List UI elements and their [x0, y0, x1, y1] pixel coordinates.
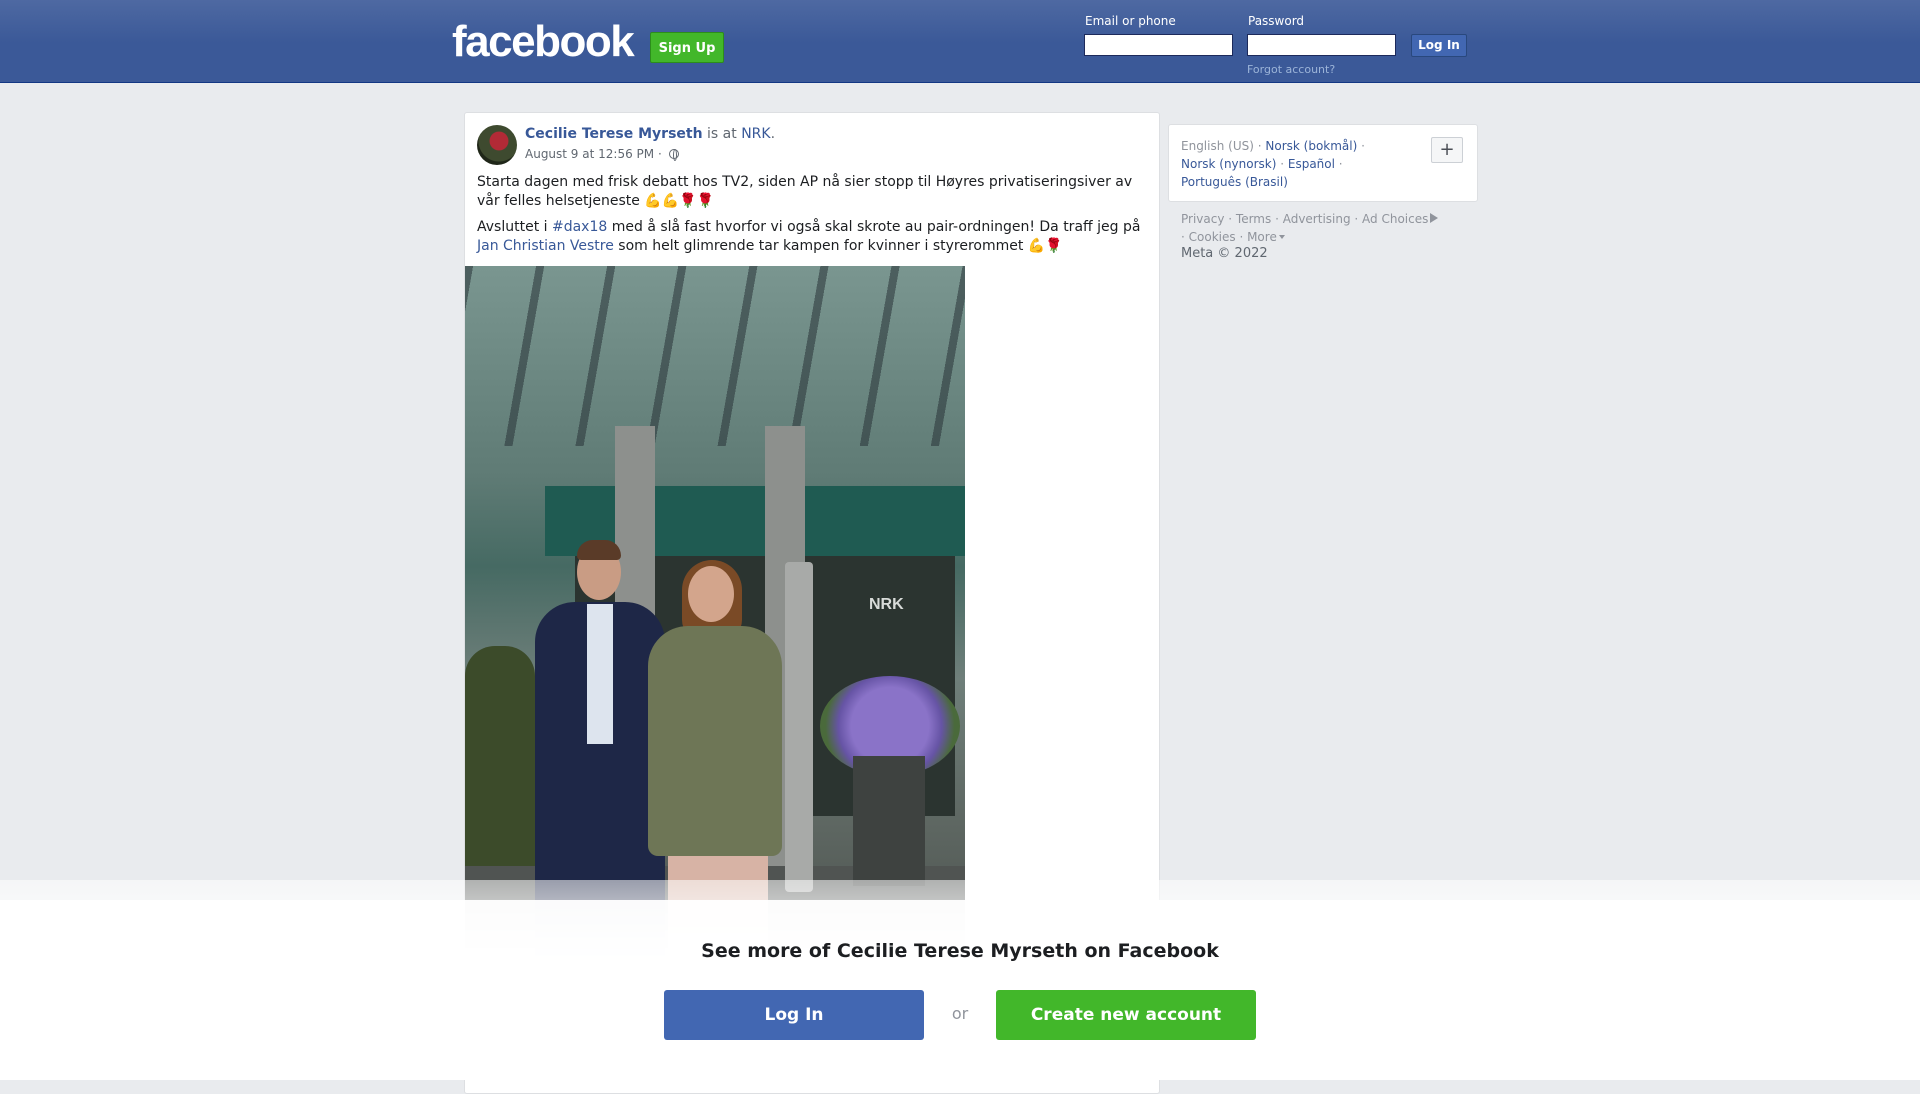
prompt-log-in-button[interactable]: Log In	[664, 990, 924, 1040]
advertising-link[interactable]: Advertising	[1283, 212, 1351, 226]
password-field[interactable]	[1247, 34, 1396, 56]
email-label: Email or phone	[1085, 14, 1176, 28]
man-shirt	[587, 604, 613, 744]
create-new-account-button[interactable]: Create new account	[996, 990, 1256, 1040]
language-list: English (US) · Norsk (bokmål) · Norsk (n…	[1181, 137, 1431, 191]
language-link-espanol[interactable]: Español	[1288, 157, 1335, 171]
man-hair	[577, 540, 621, 560]
timestamp-link[interactable]: August 9 at 12:56 PM	[525, 147, 654, 161]
language-link-portugues[interactable]: Português (Brasil)	[1181, 175, 1288, 189]
paragraph-2-text: som helt glimrende tar kampen for kvinne…	[613, 238, 1063, 254]
nrk-sign: NRK	[869, 596, 904, 613]
terms-link[interactable]: Terms	[1236, 212, 1271, 226]
caret-down-icon	[1278, 235, 1285, 239]
login-prompt-panel	[0, 900, 1920, 1080]
woman-head	[688, 566, 734, 622]
privacy-link[interactable]: Privacy	[1181, 212, 1224, 226]
author-name-link[interactable]: Cecilie Terese Myrseth	[525, 126, 703, 142]
separator: ·	[1271, 212, 1283, 226]
cookies-link[interactable]: Cookies	[1189, 230, 1236, 244]
current-language: English (US)	[1181, 139, 1254, 153]
paragraph-2-text: med å slå fast hvorfor vi også skal skro…	[607, 219, 1141, 235]
top-navigation-bar: facebook Sign Up Email or phone Password…	[0, 0, 1920, 83]
photo-canopy	[465, 266, 965, 446]
forgot-account-link[interactable]: Forgot account?	[1247, 63, 1335, 76]
separator: ·	[1334, 157, 1343, 171]
separator: ·	[1235, 230, 1248, 244]
post-header: Cecilie Terese Myrseth is at NRK.	[525, 126, 775, 142]
place-link[interactable]: NRK	[741, 126, 770, 142]
language-selector-box: English (US) · Norsk (bokmål) · Norsk (n…	[1168, 124, 1478, 202]
hashtag-link[interactable]: #dax18	[552, 219, 607, 235]
woman-jacket	[648, 626, 782, 856]
more-link[interactable]: More	[1247, 230, 1277, 244]
facebook-logo[interactable]: facebook	[452, 18, 635, 66]
photo-planter	[853, 756, 925, 886]
photo-bush	[465, 646, 535, 866]
ad-choices-icon	[1430, 213, 1439, 223]
separator: ·	[1181, 230, 1189, 244]
login-prompt-title: See more of Cecilie Terese Myrseth on Fa…	[701, 940, 1219, 962]
language-link-norsk-nynorsk[interactable]: Norsk (nynorsk)	[1181, 157, 1276, 171]
ad-choices-link[interactable]: Ad Choices	[1362, 212, 1428, 226]
separator: ·	[1253, 139, 1266, 153]
post-paragraph-1: Starta dagen med frisk debatt hos TV2, s…	[477, 174, 1133, 209]
separator: ·	[1357, 139, 1365, 153]
is-at-text: is at	[702, 126, 742, 142]
sign-up-button[interactable]: Sign Up	[650, 32, 724, 63]
separator: ·	[1224, 212, 1236, 226]
avatar[interactable]	[477, 125, 517, 165]
password-label: Password	[1248, 14, 1305, 28]
globe-icon	[668, 149, 679, 161]
paragraph-2-text: Avsluttet i	[477, 219, 552, 235]
separator: ·	[1350, 212, 1363, 226]
more-languages-button[interactable]: +	[1431, 137, 1463, 163]
log-in-button[interactable]: Log In	[1411, 34, 1467, 57]
meta-separator: ·	[654, 147, 666, 161]
copyright-text: Meta © 2022	[1181, 246, 1268, 261]
email-field[interactable]	[1084, 34, 1233, 56]
language-link-norsk-bokmal[interactable]: Norsk (bokmål)	[1265, 139, 1357, 153]
separator: ·	[1276, 157, 1288, 171]
post-paragraph-2: Avsluttet i #dax18 med å slå fast hvorfo…	[477, 218, 1149, 256]
post-meta: August 9 at 12:56 PM ·	[525, 147, 679, 161]
or-separator: or	[951, 1004, 969, 1023]
mention-link[interactable]: Jan Christian Vestre	[477, 238, 614, 254]
place-suffix: .	[770, 126, 776, 142]
footer-links: Privacy · Terms · Advertising · Ad Choic…	[1181, 210, 1481, 246]
